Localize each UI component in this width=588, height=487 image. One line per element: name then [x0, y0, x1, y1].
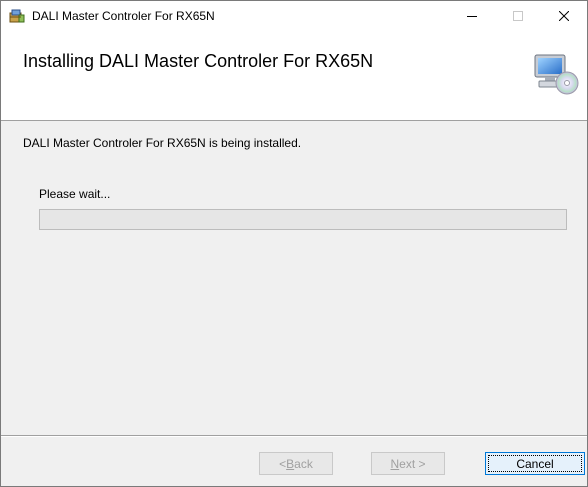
maximize-icon — [513, 11, 523, 21]
cancel-button[interactable]: Cancel — [485, 452, 585, 475]
window-title: DALI Master Controler For RX65N — [32, 9, 215, 23]
title-bar[interactable]: DALI Master Controler For RX65N — [1, 1, 587, 31]
back-accel: B — [286, 456, 295, 471]
progress-label: Please wait... — [39, 187, 111, 201]
next-rest: ext > — [399, 456, 426, 471]
next-accel: N — [390, 456, 400, 471]
computer-cd-icon — [531, 49, 579, 97]
install-progress-bar — [39, 209, 567, 230]
minimize-icon — [467, 16, 477, 17]
close-icon — [559, 11, 569, 21]
installer-window: DALI Master Controler For RX65N Installi… — [0, 0, 588, 487]
maximize-button[interactable] — [495, 1, 541, 31]
header-banner: Installing DALI Master Controler For RX6… — [1, 31, 587, 121]
installer-app-icon — [9, 8, 25, 24]
back-rest: ack — [294, 456, 313, 471]
next-button[interactable]: Next > — [371, 452, 445, 475]
page-title: Installing DALI Master Controler For RX6… — [23, 51, 374, 71]
footer-divider — [1, 435, 587, 437]
status-message: DALI Master Controler For RX65N is being… — [23, 136, 302, 150]
close-button[interactable] — [541, 1, 587, 31]
minimize-button[interactable] — [449, 1, 495, 31]
back-button[interactable]: < Back — [259, 452, 333, 475]
back-prefix: < — [279, 456, 287, 471]
